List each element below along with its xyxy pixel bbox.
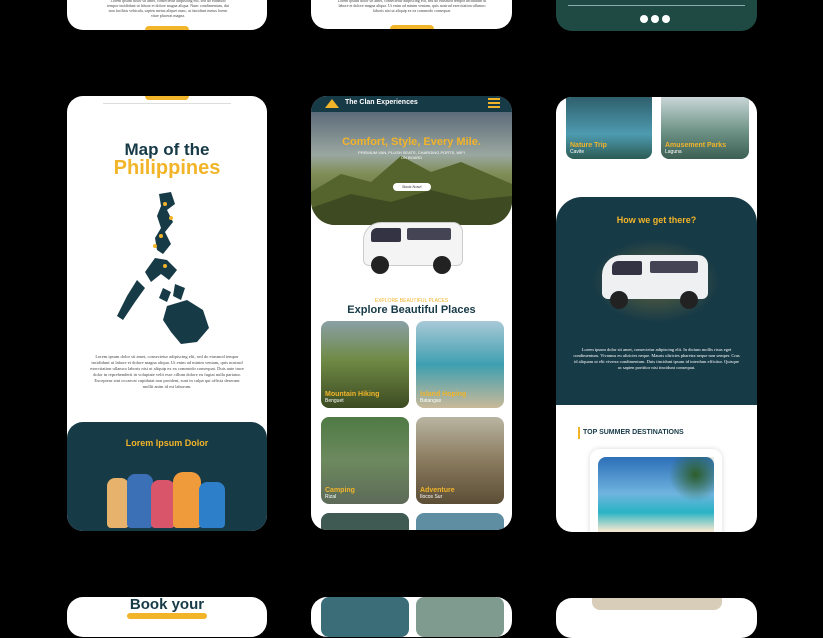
hero-title: Comfort, Style, Every Mile. (342, 136, 481, 148)
map-section-dark: Lorem Ipsum Dolor (67, 422, 267, 531)
map-title-line2: Philippines (113, 157, 221, 179)
place-location: Benguet (325, 398, 344, 404)
place-location: Ilocos Sur (420, 494, 443, 500)
van-image (592, 239, 720, 323)
map-paragraph: Lorem ipsum dolor sit amet, consectetur … (90, 354, 244, 389)
navbar: The Clan Experiences (311, 96, 512, 112)
instagram-icon[interactable] (651, 15, 659, 23)
brand-logo-icon[interactable] (325, 99, 339, 108)
van-image (363, 214, 463, 276)
right-card: Nature Trip Cavite Amusement Parks Laguna … (556, 97, 757, 532)
philippines-map (117, 192, 209, 344)
backpacks-image (107, 470, 227, 530)
place-tile-mountain-hiking[interactable]: Mountain Hiking Benguet (321, 321, 409, 408)
top-mid-button[interactable] (390, 25, 434, 29)
place-tile-adventure[interactable]: Adventure Ilocos Sur (416, 417, 504, 504)
top-button-stub[interactable] (145, 96, 189, 100)
bottom-mid-card (311, 597, 512, 637)
tile-location: Laguna (665, 149, 682, 155)
top-left-button[interactable] (145, 26, 189, 30)
place-tile-camping[interactable]: Camping Rizal (321, 417, 409, 504)
tile-location: Cavite (570, 149, 585, 155)
how-title: How we get there? (616, 215, 697, 225)
footer-divider (568, 5, 745, 6)
bottom-right-card (556, 598, 757, 638)
place-name: Adventure (420, 487, 455, 494)
bottom-left-card: Book your (67, 597, 267, 637)
map-card: Map of the Philippines Lorem ipsum dolor… (67, 96, 267, 531)
bottom-tile-right[interactable] (416, 597, 504, 637)
tile-amusement-parks[interactable]: Amusement Parks Laguna (661, 97, 749, 159)
footer-social-icons (640, 15, 670, 23)
place-location: Rizal (325, 494, 337, 500)
main-card: The Clan Experiences Comfort, Style, Eve… (311, 96, 512, 530)
top-left-paragraph: Lorem ipsum dolor sit amet, consectetur … (107, 0, 229, 18)
map-divider (103, 103, 231, 104)
twitter-icon[interactable] (662, 15, 670, 23)
book-heading: Book your (129, 597, 205, 613)
map-section-title: Lorem Ipsum Dolor (125, 438, 209, 448)
place-name: Camping (325, 487, 355, 494)
bottom-image (592, 598, 722, 610)
tile-name: Amusement Parks (665, 142, 727, 149)
beach-image (598, 457, 714, 532)
bottom-tile-left[interactable] (321, 597, 409, 637)
facebook-icon[interactable] (640, 15, 648, 23)
explore-title: Explore Beautiful Places (347, 304, 476, 316)
hamburger-menu-icon[interactable] (488, 98, 500, 108)
destination-card[interactable] (590, 449, 722, 532)
place-tile-partial-right[interactable] (416, 513, 504, 530)
place-tile-island-hoping[interactable]: Island Hoping Batangas (416, 321, 504, 408)
hero-mountains (311, 156, 512, 225)
hero-section: Comfort, Style, Every Mile. PREMIUM VAN,… (311, 112, 512, 225)
how-paragraph: Lorem ipsum dolor sit amet, consectetur … (573, 347, 740, 370)
book-heading-accent (127, 613, 207, 619)
tile-nature-trip[interactable]: Nature Trip Cavite (566, 97, 652, 159)
top-mid-card: Lorem ipsum dolor sit amet, consectetur … (311, 0, 512, 29)
top-mid-paragraph: Lorem ipsum dolor sit amet, consectetur … (337, 0, 487, 13)
how-section: How we get there? Lorem ipsum dolor sit … (556, 197, 757, 405)
hero-subtitle: PREMIUM VAN, PLUSH SEATS, CHARGING PORTS… (358, 150, 465, 160)
brand-name[interactable]: The Clan Experiences (345, 99, 418, 106)
destinations-title: TOP SUMMER DESTINATIONS (583, 429, 684, 436)
destinations-accent-bar (578, 427, 580, 439)
top-right-footer-card (556, 0, 757, 31)
book-now-button[interactable]: Book Now! (393, 183, 431, 191)
place-name: Mountain Hiking (325, 391, 380, 398)
top-left-card: Lorem ipsum dolor sit amet, consectetur … (67, 0, 267, 30)
place-name: Island Hoping (420, 391, 467, 398)
tile-name: Nature Trip (570, 142, 607, 149)
place-tile-partial-left[interactable] (321, 513, 409, 530)
place-location: Batangas (420, 398, 442, 404)
